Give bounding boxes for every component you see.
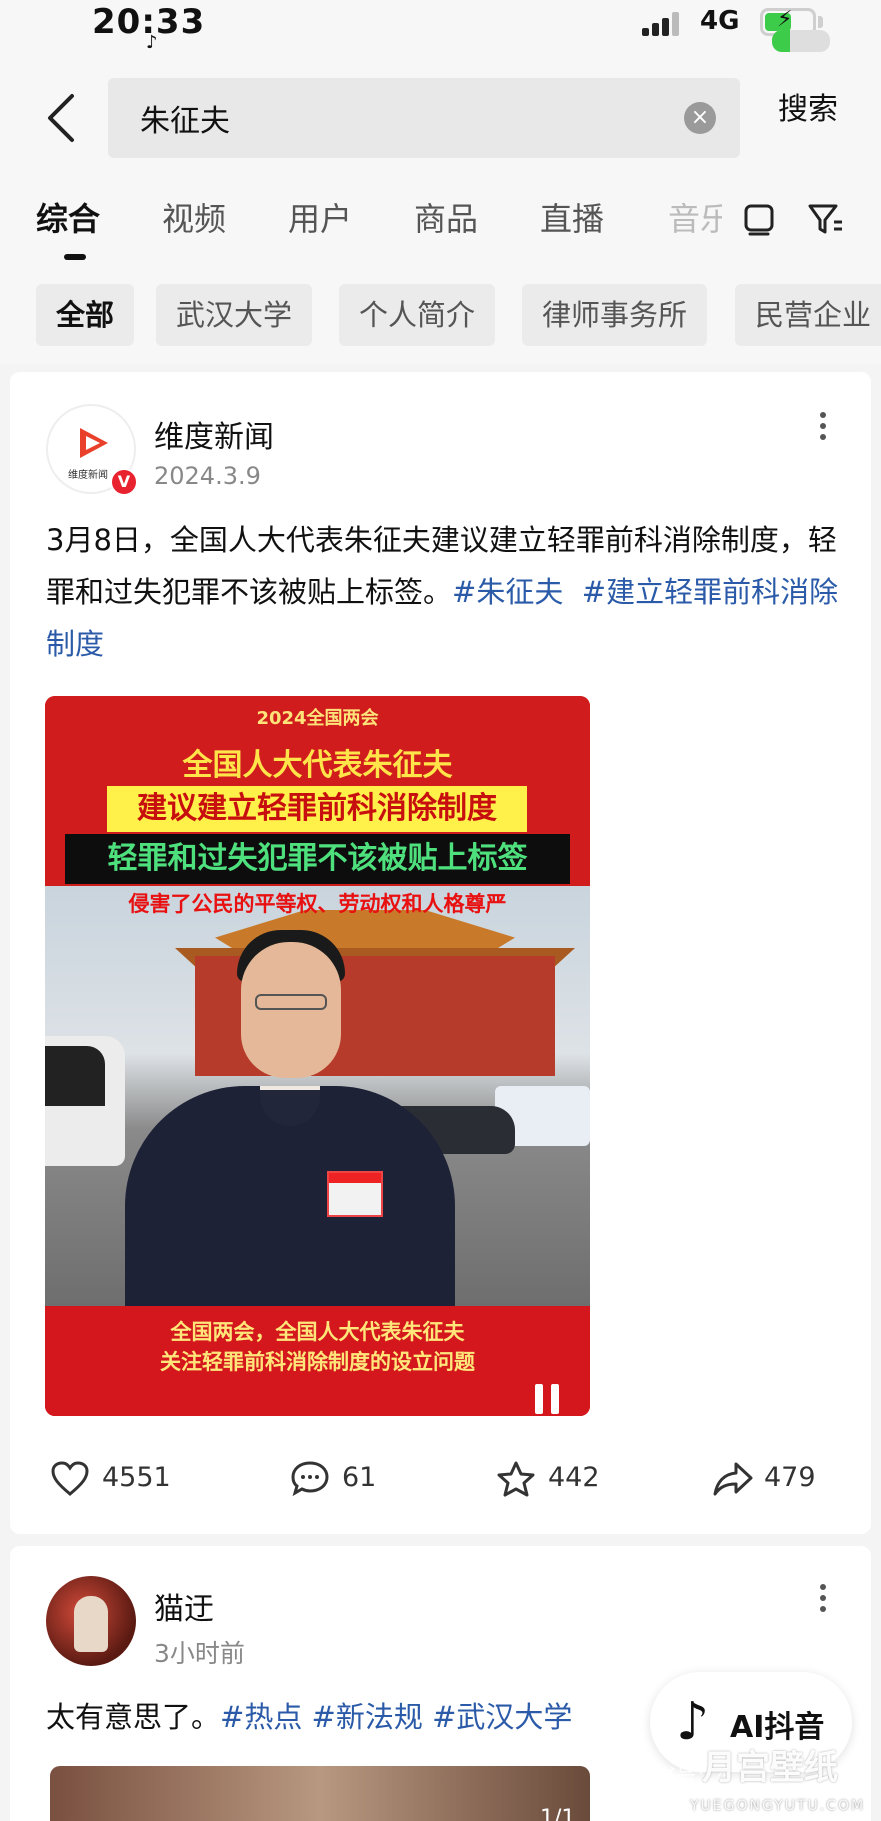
hashtag[interactable]: #新法规 [312, 1700, 423, 1734]
news-logo-icon [80, 428, 108, 458]
share-count: 479 [764, 1462, 816, 1493]
video-caption-line2: 关注轻罪前科消除制度的设立问题 [160, 1350, 475, 1374]
chip-private-enterprise[interactable]: 民营企业 [735, 284, 881, 346]
back-arrow-icon[interactable] [44, 92, 80, 144]
pause-icon[interactable] [535, 1384, 563, 1414]
video-subheadline: 建议建立轻罪前科消除制度 [107, 786, 527, 832]
chip-whu[interactable]: 武汉大学 [156, 284, 313, 346]
video-title-banner: 2024全国两会 全国人大代表朱征夫 建议建立轻罪前科消除制度 轻罪和过失犯罪不… [45, 696, 590, 886]
post-image[interactable]: 1/1 [50, 1766, 590, 1821]
post-actions: 4551 61 442 479 [10, 1454, 871, 1514]
chip-all[interactable]: 全部 [36, 284, 135, 346]
favorite-button[interactable]: 442 [496, 1454, 616, 1504]
hashtag[interactable]: #热点 [220, 1700, 302, 1734]
post-date: 2024.3.9 [154, 462, 261, 490]
chip-law-firm[interactable]: 律师事务所 [522, 284, 708, 346]
clear-icon[interactable]: × [684, 102, 716, 134]
star-icon [497, 1461, 535, 1497]
search-input[interactable]: 朱征夫 × [108, 78, 740, 158]
layout-toggle-icon[interactable] [742, 198, 778, 238]
network-type: 4G [700, 6, 740, 36]
signal-icon [642, 10, 688, 36]
search-query: 朱征夫 [140, 104, 230, 139]
video-player[interactable]: 2024全国两会 全国人大代表朱征夫 建议建立轻罪前科消除制度 轻罪和过失犯罪不… [45, 696, 590, 1416]
filter-chips: 全部 武汉大学 个人简介 律师事务所 民营企业 [0, 264, 881, 364]
chip-profile[interactable]: 个人简介 [339, 284, 496, 346]
post-body: 太有意思了。 [46, 1700, 221, 1734]
tab-videos[interactable]: 视频 [162, 194, 226, 240]
author-name[interactable]: 维度新闻 [154, 412, 274, 456]
comment-count: 61 [342, 1462, 377, 1493]
filter-icon[interactable] [806, 198, 844, 238]
search-header: 朱征夫 × 搜索 [0, 62, 881, 170]
heart-icon [51, 1461, 89, 1496]
more-options-icon[interactable] [820, 1584, 828, 1618]
avatar[interactable] [46, 1576, 136, 1666]
watermark-url: YUEGONGYUTU.COM [690, 1798, 866, 1814]
active-tab-indicator [64, 254, 86, 260]
author-name[interactable]: 猫迂 [154, 1584, 214, 1628]
result-tabs: 综合 视频 用户 商品 直播 音乐 [0, 170, 881, 264]
share-arrow-icon [713, 1462, 753, 1496]
avatar-logo-text: 维度新闻 [68, 470, 108, 481]
tab-live[interactable]: 直播 [540, 194, 604, 240]
post-text: 太有意思了。#热点 #新法规 #武汉大学 [46, 1694, 572, 1736]
tab-users[interactable]: 用户 [288, 194, 352, 240]
battery-tip [818, 16, 823, 28]
search-button[interactable]: 搜索 [778, 84, 838, 128]
hashtag[interactable]: #朱征夫 [452, 575, 563, 609]
verified-badge-icon: V [110, 468, 138, 496]
image-count: 1/1 [540, 1806, 576, 1821]
video-caption-line1: 全国两会，全国人大代表朱征夫 [170, 1320, 465, 1344]
share-button[interactable]: 479 [712, 1454, 832, 1504]
tab-music[interactable]: 音乐 [668, 194, 722, 240]
video-scene [45, 886, 590, 1316]
tab-general[interactable]: 综合 [36, 194, 100, 240]
video-highlight: 轻罪和过失犯罪不该被贴上标签 [65, 834, 570, 884]
post-date: 3小时前 [154, 1639, 245, 1668]
like-button[interactable]: 4551 [50, 1454, 190, 1504]
watermark-brand: 月宫壁纸 [702, 1748, 838, 1788]
comment-button[interactable]: 61 [290, 1454, 400, 1504]
tab-products[interactable]: 商品 [414, 194, 478, 240]
comment-icon [291, 1461, 329, 1497]
status-bar: 20:33 ♪ 4G ⚡ [0, 0, 881, 62]
more-options-icon[interactable] [820, 412, 828, 446]
like-count: 4551 [102, 1462, 171, 1493]
video-caption-banner: 全国两会，全国人大代表朱征夫 关注轻罪前科消除制度的设立问题 [45, 1306, 590, 1416]
post-text: 3月8日，全国人大代表朱征夫建议建立轻罪前科消除制度，轻罪和过失犯罪不该被贴上标… [46, 514, 846, 670]
video-tagline: 侵害了公民的平等权、劳动权和人格尊严 [128, 892, 507, 916]
post-card[interactable]: 维度新闻 V 维度新闻 2024.3.9 3月8日，全国人大代表朱征夫建议建立轻… [10, 372, 871, 1534]
tiktok-mini-icon: ♪ [146, 32, 158, 53]
favorite-count: 442 [548, 1462, 600, 1493]
video-header: 2024全国两会 [256, 708, 379, 729]
charging-indicator [772, 30, 830, 52]
video-headline: 全国人大代表朱征夫 [182, 748, 453, 783]
hashtag[interactable]: #武汉大学 [432, 1700, 572, 1734]
